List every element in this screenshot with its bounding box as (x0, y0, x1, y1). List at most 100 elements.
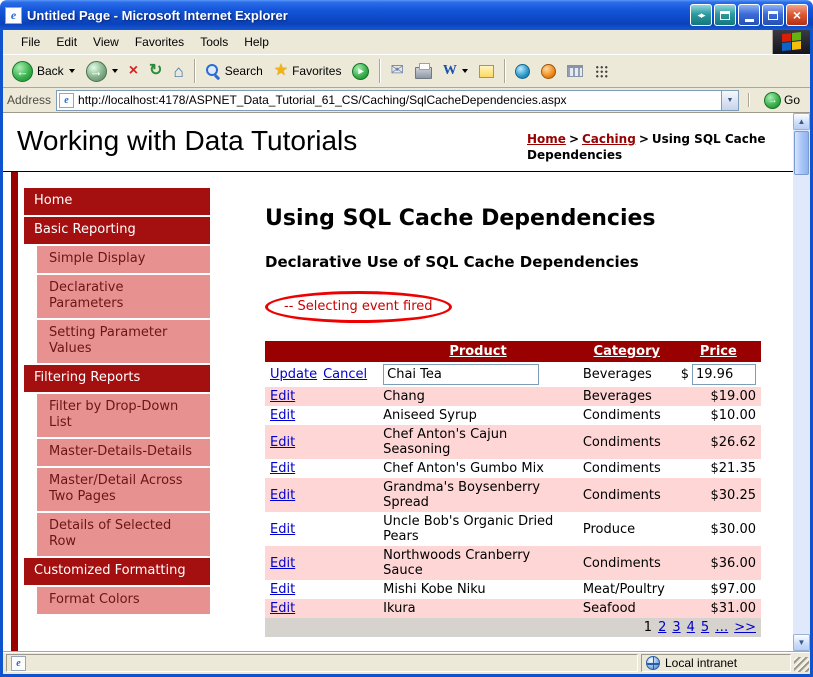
price-input[interactable] (692, 364, 756, 385)
sidebar-item-master-detail-two-pages[interactable]: Master/Detail Across Two Pages (37, 468, 210, 511)
edit-link[interactable]: Edit (270, 488, 295, 503)
window-frame: File Edit View Favorites Tools Help ← Ba… (0, 30, 813, 677)
edit-with-word-button[interactable]: W (438, 56, 473, 86)
menu-view[interactable]: View (85, 32, 127, 52)
media-button[interactable]: ▸ (347, 56, 374, 86)
sort-product-link[interactable]: Product (449, 344, 506, 359)
product-name: Ikura (383, 601, 416, 616)
minimize-button[interactable] (738, 4, 760, 26)
pager-page-5-link[interactable]: 5 (701, 620, 709, 635)
product-name-input[interactable] (383, 364, 540, 385)
vm-window-button[interactable] (714, 4, 736, 26)
research-button[interactable] (536, 56, 561, 86)
favorites-star-icon: ★ (273, 62, 289, 79)
refresh-button[interactable]: ↻ (144, 56, 167, 86)
favorites-button[interactable]: ★ Favorites (269, 56, 347, 86)
sort-price-link[interactable]: Price (700, 344, 737, 359)
pager-next-link[interactable]: >> (734, 620, 756, 635)
product-price: $10.00 (710, 408, 757, 423)
close-button[interactable]: × (786, 4, 808, 26)
scroll-up-button[interactable]: ▲ (793, 113, 810, 130)
go-button[interactable]: → Go (758, 91, 806, 109)
edit-link[interactable]: Edit (270, 435, 295, 450)
search-button[interactable]: Search (200, 56, 268, 86)
scrollbar-thumb[interactable] (794, 131, 809, 175)
forward-button[interactable]: → (81, 56, 123, 86)
stop-button[interactable]: × (124, 56, 143, 86)
sidebar-item-filter-by-dropdown-list[interactable]: Filter by Drop-Down List (37, 394, 210, 437)
grid-header-category: Category (577, 341, 676, 362)
sidebar-item-filtering-reports[interactable]: Filtering Reports (24, 365, 210, 392)
sidebar-item-setting-parameter-values[interactable]: Setting Parameter Values (37, 320, 210, 363)
sidebar-item-simple-display[interactable]: Simple Display (37, 246, 210, 273)
pager-page-2-link[interactable]: 2 (658, 620, 666, 635)
discuss-button[interactable] (474, 56, 499, 86)
web-page: Working with Data Tutorials Home > Caching… (3, 113, 793, 651)
edit-link[interactable]: Edit (270, 582, 295, 597)
ie-app-icon: e (5, 6, 22, 24)
title-bar[interactable]: e Untitled Page - Microsoft Internet Exp… (0, 0, 813, 30)
edit-link[interactable]: Edit (270, 601, 295, 616)
product-name: Chef Anton's Cajun Seasoning (383, 427, 508, 457)
edit-link[interactable]: Edit (270, 461, 295, 476)
home-button[interactable]: ⌂ (168, 56, 188, 86)
menu-tools[interactable]: Tools (192, 32, 236, 52)
scroll-down-button[interactable]: ▼ (793, 634, 810, 651)
word-icon: W (442, 63, 457, 78)
bank-toolbar-button[interactable] (562, 56, 588, 86)
sidebar-item-basic-reporting[interactable]: Basic Reporting (24, 217, 210, 244)
menu-help[interactable]: Help (236, 32, 277, 52)
edit-link[interactable]: Edit (270, 408, 295, 423)
status-page-icon: e (11, 655, 26, 671)
sidebar-item-master-details-details[interactable]: Master-Details-Details (37, 439, 210, 466)
sidebar-item-details-of-selected-row[interactable]: Details of Selected Row (37, 513, 210, 556)
menu-file[interactable]: File (13, 32, 48, 52)
menu-edit[interactable]: Edit (48, 32, 85, 52)
restore-icon (768, 10, 778, 20)
vertical-scrollbar[interactable]: ▲ ▼ (793, 113, 810, 651)
product-category: Produce (582, 521, 636, 537)
page-content: Home Basic Reporting Simple Display Decl… (3, 172, 793, 651)
product-price: $30.00 (710, 521, 757, 537)
pager-row: 1 2 3 4 5 … >> (265, 618, 761, 637)
address-url[interactable]: http://localhost:4178/ASPNET_Data_Tutori… (78, 93, 717, 107)
breadcrumb-home-link[interactable]: Home (527, 132, 566, 146)
edit-link[interactable]: Edit (270, 389, 295, 404)
windows-brand-logo (772, 30, 810, 54)
product-category: Condiments (582, 408, 661, 423)
back-button[interactable]: ← Back (7, 56, 80, 86)
resize-grip[interactable] (794, 657, 809, 672)
edit-link[interactable]: Edit (270, 556, 295, 571)
product-row: Edit Mishi Kobe Niku Meat/Poultry $97.00 (265, 580, 761, 599)
favorites-label: Favorites (292, 64, 342, 78)
sidebar-item-home[interactable]: Home (24, 188, 210, 215)
update-link[interactable]: Update (270, 367, 317, 382)
pager-current-page: 1 (643, 620, 653, 635)
vm-switch-button[interactable]: ◂▸ (690, 4, 712, 26)
address-dropdown-button[interactable]: ▼ (720, 90, 738, 110)
sidebar-item-declarative-parameters[interactable]: Declarative Parameters (37, 275, 210, 318)
product-price: $97.00 (710, 582, 757, 597)
sort-category-link[interactable]: Category (594, 344, 660, 359)
breadcrumb: Home > Caching > Using SQL Cache Dependencie… (527, 125, 779, 163)
cancel-link[interactable]: Cancel (323, 367, 367, 382)
print-button[interactable] (410, 56, 437, 86)
pager-page-3-link[interactable]: 3 (672, 620, 680, 635)
edit-dropdown-icon (461, 69, 468, 73)
dialpad-toolbar-button[interactable] (589, 56, 613, 86)
breadcrumb-caching-link[interactable]: Caching (582, 132, 636, 146)
messenger-button[interactable] (510, 56, 535, 86)
product-row: Edit Northwoods Cranberry Sauce Condimen… (265, 546, 761, 580)
edit-link[interactable]: Edit (270, 522, 295, 537)
pager-ellipsis-link[interactable]: … (715, 620, 728, 635)
sidebar-item-format-colors[interactable]: Format Colors (37, 587, 210, 614)
mail-button[interactable]: ✉ (385, 56, 408, 86)
sidebar-item-customized-formatting[interactable]: Customized Formatting (24, 558, 210, 585)
standard-buttons-toolbar: ← Back → × ↻ ⌂ Search ★ Favorites ▸ ✉ W (3, 54, 810, 88)
menu-favorites[interactable]: Favorites (127, 32, 192, 52)
scrollbar-track[interactable] (793, 130, 810, 634)
pager-page-4-link[interactable]: 4 (687, 620, 695, 635)
address-input[interactable]: e http://localhost:4178/ASPNET_Data_Tuto… (56, 89, 739, 111)
maximize-button[interactable] (762, 4, 784, 26)
chevron-down-icon: ▼ (726, 96, 734, 104)
